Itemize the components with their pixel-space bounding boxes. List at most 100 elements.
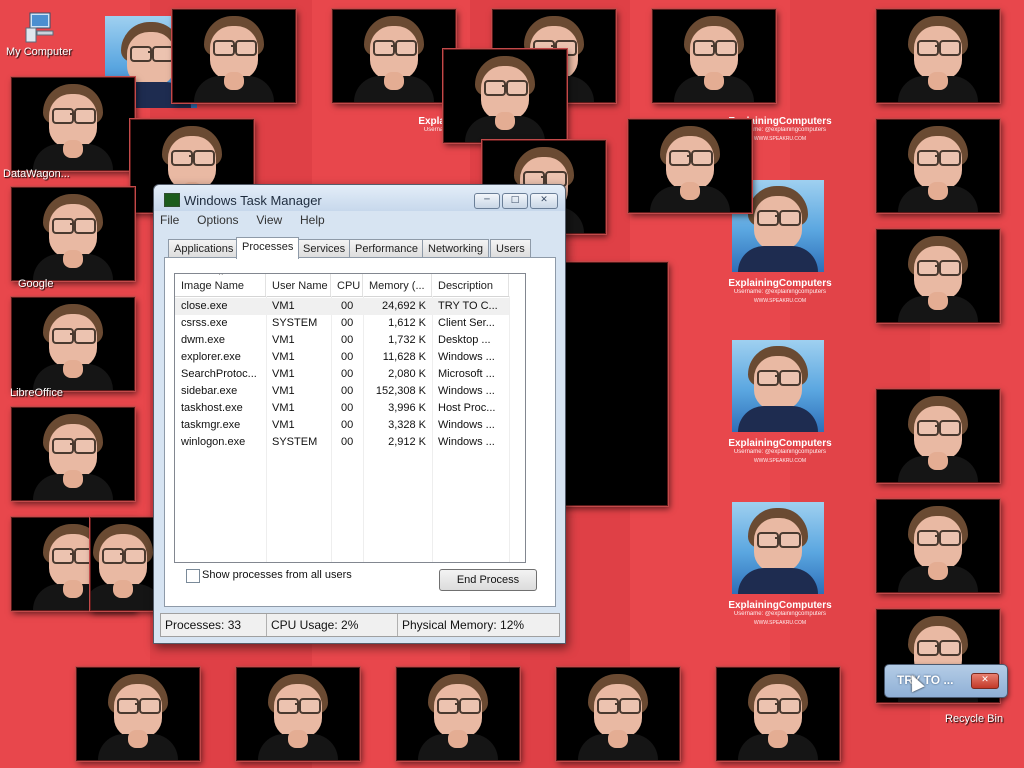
- column-header-image-name[interactable]: ^ Image Name: [175, 274, 266, 296]
- table-row[interactable]: close.exe VM1 00 24,692 K TRY TO C...: [175, 298, 509, 315]
- minimize-button[interactable]: ─: [474, 193, 500, 209]
- prank-popup-window[interactable]: [876, 9, 1000, 103]
- prank-popup-window[interactable]: [876, 229, 1000, 323]
- desktop-icon-label[interactable]: DataWagon...: [3, 168, 70, 180]
- tab-applications[interactable]: Applications: [168, 239, 240, 258]
- prank-popup-window-blank[interactable]: [560, 262, 668, 506]
- cell-image-name: winlogon.exe: [181, 436, 246, 448]
- tab-performance[interactable]: Performance: [349, 239, 424, 258]
- cell-image-name: sidebar.exe: [181, 385, 238, 397]
- table-row[interactable]: taskmgr.exe VM1 00 3,328 K Windows ...: [175, 417, 509, 434]
- desktop-icon-label[interactable]: Google: [18, 278, 53, 290]
- menu-file[interactable]: File: [160, 213, 179, 227]
- process-list[interactable]: ^ Image Name User Name CPU Memory (... De…: [174, 273, 526, 563]
- prank-popup-window[interactable]: [11, 297, 135, 391]
- prank-popup-window[interactable]: [332, 9, 456, 103]
- table-row[interactable]: sidebar.exe VM1 00 152,308 K Windows ...: [175, 383, 509, 400]
- cell-cpu: 00: [341, 419, 354, 431]
- prank-popup-window[interactable]: [628, 119, 752, 213]
- table-row[interactable]: taskhost.exe VM1 00 3,996 K Host Proc...: [175, 400, 509, 417]
- wallpaper-caption: ExplainingComputersUsername: @explaining…: [728, 278, 832, 304]
- prank-popup-window[interactable]: [90, 517, 156, 611]
- prank-popup-window[interactable]: [876, 119, 1000, 213]
- status-physical-memory: Physical Memory: 12%: [402, 618, 525, 632]
- cell-image-name: dwm.exe: [181, 334, 226, 346]
- prank-popup-window[interactable]: [11, 77, 135, 171]
- cell-description: Windows ...: [438, 351, 495, 363]
- prank-popup-window[interactable]: [876, 389, 1000, 483]
- tab-services[interactable]: Services: [297, 239, 352, 258]
- table-row[interactable]: dwm.exe VM1 00 1,732 K Desktop ...: [175, 332, 509, 349]
- status-cpu-usage: CPU Usage: 2%: [267, 614, 398, 636]
- cell-memory: 1,732 K: [388, 334, 426, 346]
- process-list-header: ^ Image Name User Name CPU Memory (... De…: [175, 274, 509, 297]
- prank-popup-window[interactable]: [716, 667, 840, 761]
- wallpaper-caption: ExplainingComputersUsername: @explaining…: [728, 600, 832, 626]
- computer-icon: [25, 12, 54, 43]
- table-row[interactable]: explorer.exe VM1 00 11,628 K Windows ...: [175, 349, 509, 366]
- cell-cpu: 00: [341, 317, 354, 329]
- cell-description: Windows ...: [438, 436, 495, 448]
- cell-cpu: 00: [341, 334, 354, 346]
- prank-popup-window[interactable]: [556, 667, 680, 761]
- cell-description: Host Proc...: [438, 402, 496, 414]
- desktop-icon-recycle-bin[interactable]: Recycle Bin: [945, 713, 1003, 725]
- cell-memory: 24,692 K: [381, 300, 426, 312]
- cell-cpu: 00: [341, 300, 354, 312]
- show-all-users-checkbox[interactable]: [186, 569, 200, 583]
- cell-memory: 11,628 K: [382, 351, 426, 363]
- maximize-button[interactable]: □: [502, 193, 528, 209]
- desktop-icon-my-computer[interactable]: My Computer: [0, 10, 82, 58]
- menu-help[interactable]: Help: [300, 213, 325, 227]
- cell-cpu: 00: [341, 368, 354, 380]
- column-header-memory[interactable]: Memory (...: [363, 274, 432, 296]
- title-bar[interactable]: Windows Task Manager ─ □ ✕: [154, 185, 565, 211]
- prank-popup-window[interactable]: [652, 9, 776, 103]
- prank-popup-window[interactable]: [396, 667, 520, 761]
- table-row[interactable]: csrss.exe SYSTEM 00 1,612 K Client Ser...: [175, 315, 509, 332]
- task-manager-window[interactable]: Windows Task Manager ─ □ ✕ File Options …: [153, 184, 566, 644]
- tab-users[interactable]: Users: [490, 239, 531, 258]
- try-window-close-button[interactable]: ✕: [971, 673, 999, 689]
- prank-popup-window[interactable]: [76, 667, 200, 761]
- end-process-button[interactable]: End Process: [439, 569, 537, 591]
- cell-cpu: 00: [341, 436, 354, 448]
- cell-description: Client Ser...: [438, 317, 495, 329]
- cell-user-name: VM1: [272, 368, 295, 380]
- close-icon: ✕: [981, 675, 989, 685]
- sort-arrow-icon: ^: [219, 274, 223, 280]
- tab-networking[interactable]: Networking: [422, 239, 490, 258]
- menu-options[interactable]: Options: [197, 213, 238, 227]
- cell-user-name: VM1: [272, 402, 295, 414]
- column-header-cpu[interactable]: CPU: [331, 274, 363, 296]
- prank-popup-window[interactable]: [443, 49, 567, 143]
- cell-memory: 152,308 K: [375, 385, 426, 397]
- cell-user-name: VM1: [272, 419, 295, 431]
- prank-popup-window[interactable]: [876, 499, 1000, 593]
- prank-popup-window[interactable]: [172, 9, 296, 103]
- window-title: Windows Task Manager: [184, 193, 322, 208]
- desktop-icon-label: My Computer: [5, 46, 73, 58]
- wallpaper-portrait: [732, 502, 824, 594]
- prank-popup-window[interactable]: [11, 187, 135, 281]
- maximize-icon: □: [510, 195, 520, 205]
- cell-image-name: taskmgr.exe: [181, 419, 241, 431]
- close-button[interactable]: ✕: [530, 193, 558, 209]
- task-manager-icon: [164, 193, 180, 207]
- table-row[interactable]: winlogon.exe SYSTEM 00 2,912 K Windows ...: [175, 434, 509, 451]
- show-all-users-label[interactable]: Show processes from all users: [202, 569, 352, 581]
- status-bar: Processes: 33 CPU Usage: 2% Physical Mem…: [160, 613, 560, 637]
- column-header-description[interactable]: Description: [432, 274, 509, 296]
- cell-user-name: VM1: [272, 385, 295, 397]
- desktop-icon-label[interactable]: LibreOffice: [10, 387, 63, 399]
- prank-popup-window[interactable]: [236, 667, 360, 761]
- menu-view[interactable]: View: [256, 213, 282, 227]
- prank-popup-window[interactable]: [11, 407, 135, 501]
- cell-image-name: explorer.exe: [181, 351, 241, 363]
- table-row[interactable]: SearchProtoc... VM1 00 2,080 K Microsoft ...: [175, 366, 509, 383]
- try-to-close-window[interactable]: TRY TO ... ✕: [884, 664, 1008, 698]
- cell-description: TRY TO C...: [438, 300, 498, 312]
- column-header-user-name[interactable]: User Name: [266, 274, 331, 296]
- tab-processes[interactable]: Processes: [236, 237, 300, 259]
- cell-image-name: SearchProtoc...: [181, 368, 257, 380]
